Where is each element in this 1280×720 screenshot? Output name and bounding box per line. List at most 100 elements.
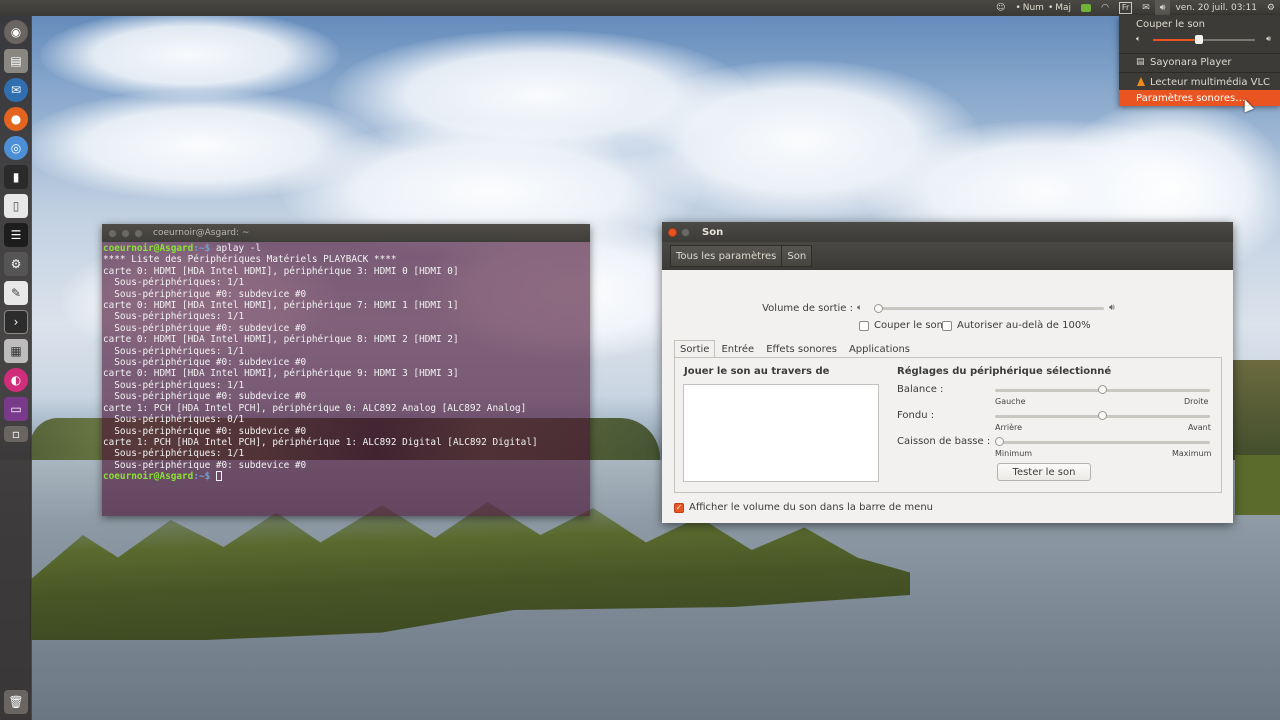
terminal-line: Sous-périphérique #0: subdevice #0	[103, 459, 307, 471]
all-settings-button[interactable]: Tous les paramètres	[670, 245, 783, 267]
output-tab-panel: Jouer le son au travers de Réglages du p…	[674, 357, 1222, 493]
overamplify-checkbox-row[interactable]: Autoriser au-delà de 100%	[942, 320, 1091, 331]
launcher-player-icon[interactable]: ◐	[4, 368, 28, 392]
launcher-firefox-icon[interactable]: ●	[4, 107, 28, 131]
show-volume-menubar-checkbox[interactable]: ✓	[674, 502, 684, 513]
mute-label: Couper le son	[874, 320, 944, 331]
vlc-player-item[interactable]: Lecteur multimédia VLC	[1119, 74, 1280, 90]
show-volume-menubar-label: Afficher le volume du son dans la barre …	[689, 502, 933, 513]
launcher-writer-icon[interactable]: ✎	[4, 281, 28, 305]
subwoofer-label: Caisson de basse :	[897, 436, 991, 447]
subwoofer-slider[interactable]	[995, 441, 1210, 444]
launcher-task-icon[interactable]: ☰	[4, 223, 28, 247]
envelope-icon: ✉	[1142, 3, 1150, 13]
launcher-terminal-icon[interactable]: ›	[4, 310, 28, 334]
launcher-thunderbird-icon[interactable]: ✉	[4, 78, 28, 102]
output-volume-knob[interactable]	[873, 304, 883, 313]
sound-settings-menu-item[interactable]: Paramètres sonores…	[1119, 90, 1280, 106]
volume-high-icon: 🔊︎	[1109, 303, 1115, 313]
keyboard-lock-indicator[interactable]: • Num • Maj	[1010, 0, 1076, 16]
prompt-path: :~$	[193, 243, 211, 254]
messaging-indicator[interactable]: ✉	[1137, 0, 1155, 16]
launcher-settings-icon[interactable]: ▭	[4, 397, 28, 421]
sound-settings-label: Paramètres sonores…	[1136, 92, 1246, 104]
sayonara-player-item[interactable]: ▤ Sayonara Player	[1119, 54, 1280, 70]
launcher: ◉ ▤ ✉ ● ◎ ▮ ▯ ☰ ⚙ ✎ › ▦ ◐ ▭ ▫ 🗑︎	[0, 16, 32, 720]
tab-effets-sonores[interactable]: Effets sonores	[760, 340, 843, 358]
wifi-icon: ◠	[1101, 3, 1109, 13]
menu-volume-knob[interactable]	[1194, 35, 1203, 44]
launcher-monitor-icon[interactable]: ▮	[4, 165, 28, 189]
minimize-icon[interactable]	[121, 228, 130, 238]
minimize-icon[interactable]	[681, 227, 690, 237]
balance-left-label: Gauche	[995, 397, 1026, 406]
command-text: aplay -l	[210, 243, 262, 254]
mute-menu-item[interactable]: Couper le son	[1119, 16, 1280, 32]
launcher-dash-icon[interactable]: ◉	[4, 20, 28, 44]
subwoofer-min-label: Minimum	[995, 449, 1033, 458]
launcher-chromium-icon[interactable]: ◎	[4, 136, 28, 160]
clock-label: ven. 20 juil. 03:11	[1175, 3, 1257, 13]
maximize-icon[interactable]	[134, 228, 143, 238]
output-device-list[interactable]	[683, 384, 879, 482]
fade-label: Fondu :	[897, 410, 935, 421]
menu-volume-row: 🔈︎ 🔊︎	[1136, 34, 1276, 46]
mute-checkbox-row[interactable]: Couper le son	[859, 320, 943, 331]
balance-knob[interactable]	[1098, 385, 1107, 394]
terminal-line: Sous-périphériques: 1/1	[103, 448, 245, 460]
terminal-line: carte 0: HDMI [HDA Intel HDMI], périphér…	[103, 368, 459, 380]
user-indicator[interactable]: ☺	[991, 0, 1010, 16]
fade-right-label: Avant	[1188, 423, 1211, 432]
top-panel: ☺ • Num • Maj ◠ Fr ✉ 🔊︎ ven. 20 juil. 03…	[0, 0, 1280, 16]
test-sound-button[interactable]: Tester le son	[997, 463, 1091, 481]
device-list-heading: Jouer le son au travers de	[684, 366, 830, 377]
volume-low-icon: 🔈︎	[857, 303, 863, 313]
terminal-line: **** Liste des Périphériques Matériels P…	[103, 254, 397, 266]
overamplify-checkbox[interactable]	[942, 320, 952, 331]
clock-indicator[interactable]: ven. 20 juil. 03:11	[1170, 0, 1261, 16]
subwoofer-max-label: Maximum	[1172, 449, 1212, 458]
close-icon[interactable]	[668, 227, 677, 237]
fade-knob[interactable]	[1098, 411, 1107, 420]
session-indicator[interactable]: ⚙	[1262, 0, 1280, 16]
mute-checkbox[interactable]	[859, 320, 869, 331]
sound-titlebar[interactable]: Son	[662, 222, 1233, 242]
terminal-title: coeurnoir@Asgard: ~	[153, 228, 250, 238]
network-indicator[interactable]: ◠	[1096, 0, 1114, 16]
speaker-icon: 🔊︎	[1159, 3, 1166, 13]
panel-indicators: ☺ • Num • Maj ◠ Fr ✉ 🔊︎ ven. 20 juil. 03…	[991, 0, 1280, 16]
show-volume-menubar-row[interactable]: ✓ Afficher le volume du son dans la barr…	[674, 502, 933, 513]
prompt-user: coeurnoir@Asgard	[103, 471, 194, 483]
terminal-line: carte 1: PCH [HDA Intel PCH], périphériq…	[103, 402, 527, 414]
launcher-workspace-icon[interactable]: ▫	[4, 426, 28, 442]
menu-volume-fill	[1153, 39, 1199, 41]
terminal-window[interactable]: coeurnoir@Asgard: ~ coeurnoir@Asgard:~$ …	[102, 224, 590, 516]
terminal-prompt-line: coeurnoir@Asgard:~$	[103, 471, 589, 482]
terminal-line: carte 1: PCH [HDA Intel PCH], périphériq…	[103, 436, 538, 448]
prompt-path: :~$	[193, 471, 211, 483]
terminal-line: Sous-périphériques: 1/1	[103, 345, 245, 357]
battery-indicator[interactable]	[1076, 0, 1096, 16]
sound-indicator[interactable]: 🔊︎	[1154, 0, 1171, 16]
sayonara-label: Sayonara Player	[1150, 56, 1232, 68]
input-method-indicator[interactable]: Fr	[1114, 0, 1137, 16]
subwoofer-knob[interactable]	[994, 437, 1004, 446]
tab-sortie[interactable]: Sortie	[674, 340, 716, 358]
launcher-system-icon[interactable]: ⚙	[4, 252, 28, 276]
launcher-text-editor-icon[interactable]: ▯	[4, 194, 28, 218]
balance-label: Balance :	[897, 384, 944, 395]
launcher-calculator-icon[interactable]: ▦	[4, 339, 28, 363]
terminal-output[interactable]: coeurnoir@Asgard:~$ aplay -l **** Liste d…	[102, 242, 590, 484]
launcher-files-icon[interactable]: ▤	[4, 49, 28, 73]
tab-applications[interactable]: Applications	[843, 340, 916, 358]
text-cursor	[215, 471, 222, 482]
terminal-command-line: coeurnoir@Asgard:~$ aplay -l	[103, 243, 589, 254]
output-volume-slider[interactable]	[874, 307, 1104, 310]
tab-entree[interactable]: Entrée	[715, 340, 760, 358]
sound-breadcrumb-button[interactable]: Son	[782, 245, 813, 267]
sayonara-icon: ▤	[1136, 57, 1145, 67]
close-icon[interactable]	[108, 228, 117, 238]
terminal-line: Sous-périphérique #0: subdevice #0	[103, 391, 307, 403]
terminal-titlebar[interactable]: coeurnoir@Asgard: ~	[102, 224, 590, 242]
launcher-trash-icon[interactable]: 🗑︎	[4, 690, 28, 714]
